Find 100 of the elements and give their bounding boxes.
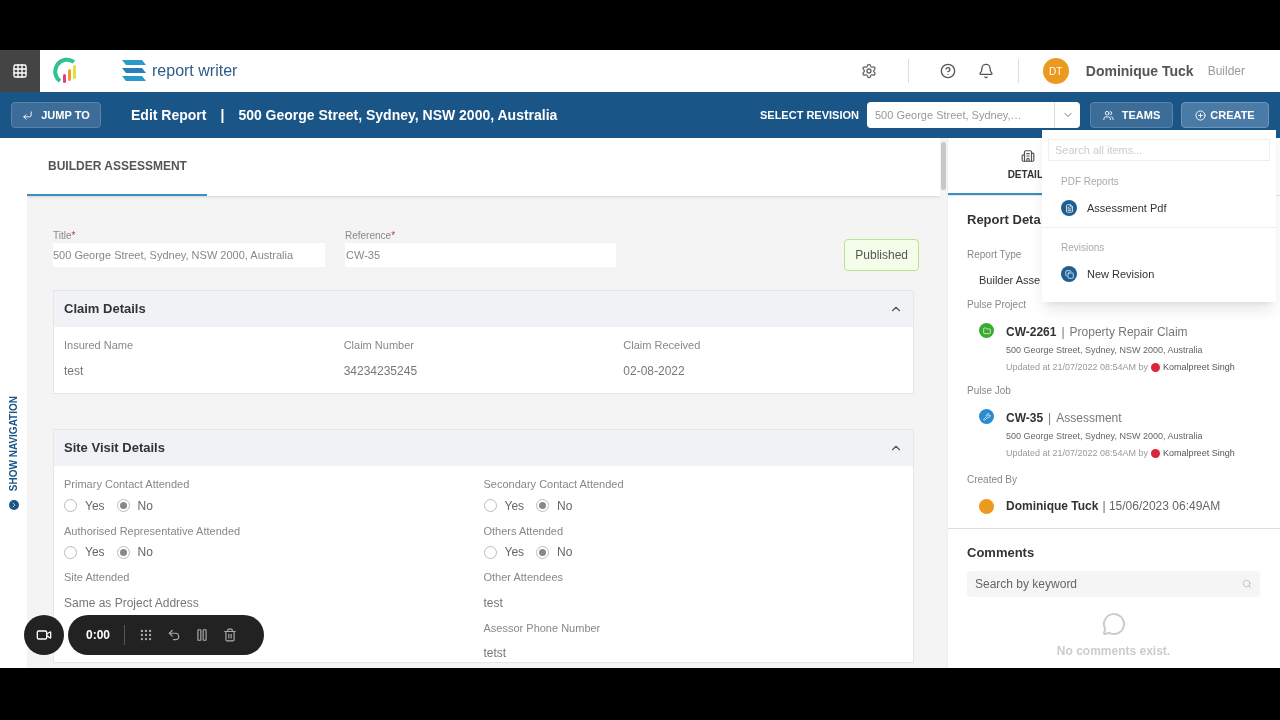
field-label: Primary Contact Attended (64, 477, 190, 492)
plus-circle-icon (1195, 109, 1207, 121)
field-label: Pulse Project (967, 298, 1027, 312)
teams-button[interactable]: TEAMS (1090, 102, 1173, 128)
item-name: Assessment (1056, 410, 1122, 427)
field-label: Claim Received (623, 338, 701, 353)
menu-item[interactable]: Assessment Pdf (1042, 189, 1276, 227)
user-name: Dominique Tuck (1085, 61, 1194, 81)
user-avatar (1151, 362, 1161, 372)
comment-search-field[interactable]: Search by keyword (967, 570, 1260, 597)
radio-label: No (557, 497, 573, 515)
menu-group-heading: Revisions (1060, 241, 1106, 255)
report-type: Builder Asse (979, 272, 1041, 288)
page-title: Edit Report (131, 105, 207, 125)
field-value: 34234235245 (343, 362, 418, 380)
recording-time: 0:00 (86, 627, 111, 644)
app-grid-button[interactable] (0, 50, 40, 92)
section-title: Claim Details (64, 300, 146, 319)
field-label: Pulse Job (967, 384, 1012, 398)
radio-label: Yes (504, 544, 525, 561)
document-icon (1061, 200, 1077, 216)
radio-button[interactable] (116, 545, 130, 559)
created-date: | 15/06/2023 06:49AM (1102, 498, 1221, 515)
section-header[interactable]: Claim Details (54, 291, 913, 327)
help-icon[interactable] (939, 63, 956, 79)
updated-text: Updated at 21/07/2022 08:54AM by (1006, 360, 1149, 374)
building-icon (1021, 149, 1035, 163)
grip-icon[interactable] (139, 628, 154, 642)
item-address: 500 George Street, Sydney, NSW 2000, Australia (1006, 344, 1204, 357)
radio-button[interactable] (483, 545, 497, 559)
item-address: 500 George Street, Sydney, NSW 2000, Australia (1006, 430, 1204, 443)
text-input[interactable]: CW-35 (345, 243, 616, 267)
field-label: Others Attended (483, 523, 563, 539)
copy-icon (1061, 266, 1077, 282)
field-label: Site Attended (64, 570, 130, 585)
side-nav-label[interactable]: SHOW NAVIGATION (6, 396, 21, 492)
video-camera-icon (36, 627, 52, 643)
radio-label: No (557, 544, 573, 561)
pause-icon[interactable] (195, 628, 210, 642)
create-button[interactable]: CREATE (1181, 102, 1269, 128)
field-label: Report Type (967, 247, 1022, 262)
title-separator: | (220, 105, 225, 125)
user-avatar (979, 498, 994, 514)
radio-button[interactable] (116, 499, 130, 512)
user-name: Komalpreet Singh (1163, 446, 1235, 460)
field-value: tetst (483, 645, 507, 662)
expand-icon[interactable] (8, 499, 19, 510)
item-code[interactable]: CW-35 (1006, 409, 1044, 427)
field-label: Asessor Phone Number (483, 620, 601, 636)
menu-group-heading: PDF Reports (1060, 175, 1120, 189)
radio-label: Yes (85, 497, 105, 515)
report-writer-logo-icon (122, 60, 146, 82)
field-label: Insured Name (64, 338, 134, 353)
menu-item[interactable]: New Revision (1042, 255, 1276, 293)
user-role: Builder (1207, 63, 1245, 80)
section-header[interactable]: Site Visit Details (54, 430, 913, 466)
radio-button[interactable] (64, 499, 77, 512)
creator-name: Dominique Tuck (1006, 498, 1099, 515)
undo-icon[interactable] (167, 628, 182, 642)
field-label: Secondary Contact Attended (483, 477, 624, 492)
separator-text: | (1048, 410, 1052, 427)
field-label: Claim Number (343, 338, 414, 353)
separator-text: | (1061, 324, 1065, 341)
radio-label: No (137, 544, 153, 561)
field-value: test (483, 594, 503, 612)
return-arrow-icon (22, 109, 34, 121)
panel-title: Report Deta (967, 211, 1042, 229)
field-label: Authorised Representative Attended (64, 523, 241, 539)
bell-icon[interactable] (977, 63, 994, 79)
users-icon (1102, 109, 1114, 121)
text-input[interactable]: 500 George Street, Sydney, NSW 2000, Australia (53, 243, 325, 267)
jump-to-button[interactable]: JUMP TO (11, 102, 101, 128)
field-label: Title* (53, 229, 76, 243)
chat-bubble-icon (1101, 611, 1126, 636)
updated-text: Updated at 21/07/2022 08:54AM by (1006, 446, 1149, 460)
field-value: 02-08-2022 (623, 362, 685, 380)
radio-button[interactable] (536, 499, 550, 512)
app-grid-icon (12, 63, 28, 79)
section-title: Site Visit Details (64, 439, 165, 458)
item-code[interactable]: CW-2261 (1006, 323, 1057, 341)
revision-label: SELECT REVISION (759, 107, 859, 123)
radio-button[interactable] (536, 545, 550, 559)
app-name: report writer (152, 61, 238, 81)
trash-icon[interactable] (223, 628, 238, 642)
radio-button[interactable] (64, 545, 77, 559)
settings-icon[interactable] (860, 63, 877, 79)
radio-button[interactable] (483, 499, 497, 512)
radio-label: No (137, 497, 153, 515)
report-address: 500 George Street, Sydney, NSW 2000, Australia (238, 105, 558, 125)
field-value: Same as Project Address (64, 594, 199, 612)
user-name: Komalpreet Singh (1163, 360, 1235, 374)
item-name: Property Repair Claim (1069, 324, 1188, 341)
search-icon (1242, 578, 1252, 589)
user-avatar (1151, 448, 1161, 458)
radio-label: Yes (85, 544, 105, 561)
tab[interactable]: BUILDER ASSESSMENT (27, 138, 207, 196)
field-label: Reference* (345, 229, 396, 243)
radio-label: Yes (504, 497, 525, 515)
field-value: test (64, 362, 84, 380)
comments-title: Comments (967, 544, 1036, 562)
